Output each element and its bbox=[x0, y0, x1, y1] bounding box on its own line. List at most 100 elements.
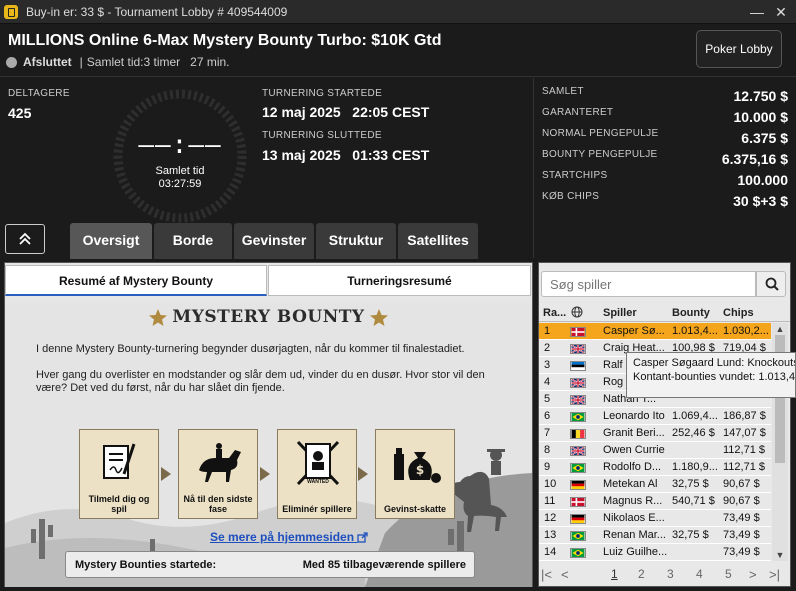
close-icon[interactable]: ✕ bbox=[772, 3, 790, 21]
subtab-tournament-summary[interactable]: Turneringsresumé bbox=[268, 265, 531, 296]
search-button[interactable] bbox=[756, 271, 786, 297]
player-row[interactable]: 9 Rodolfo D... 1.180,9... 112,71 $ bbox=[539, 459, 771, 476]
player-chips: 90,67 $ bbox=[723, 495, 760, 507]
mystery-description-2: Hver gang du overlister en modstander og… bbox=[36, 369, 485, 394]
player-chips: 112,71 $ bbox=[723, 444, 766, 456]
summary-label: GARANTERET bbox=[542, 107, 614, 118]
player-row[interactable]: 14 Luiz Guilhe... 73,49 $ bbox=[539, 544, 771, 561]
window-title: Buy-in er: 33 $ - Tournament Lobby # 409… bbox=[26, 4, 288, 19]
page-3[interactable]: 3 bbox=[667, 567, 674, 581]
minimize-icon[interactable]: — bbox=[748, 3, 766, 21]
step-final-stage: Nå til den sidste fase bbox=[178, 429, 258, 519]
mystery-start-value: Med 85 tilbageværende spillere bbox=[302, 559, 466, 571]
col-rank-header[interactable]: Ra... bbox=[543, 307, 566, 319]
col-chips-header[interactable]: Chips bbox=[723, 307, 754, 319]
next-page-icon[interactable]: > bbox=[749, 567, 757, 582]
player-name: Luiz Guilhe... bbox=[603, 546, 667, 558]
mystery-bounty-logo-text: MYSTERY BOUNTY bbox=[172, 307, 365, 327]
summary-row-bounty-pool: BOUNTY PENGEPULJE 6.375,16 $ bbox=[542, 147, 788, 167]
window-titlebar: Buy-in er: 33 $ - Tournament Lobby # 409… bbox=[0, 0, 796, 24]
summary-label: SAMLET bbox=[542, 86, 584, 97]
scroll-down-icon[interactable]: ▼ bbox=[772, 550, 788, 560]
player-chips: 90,67 $ bbox=[723, 478, 760, 490]
player-bounty: 1.069,4... bbox=[672, 410, 718, 422]
player-row[interactable]: 12 Nikolaos E... 73,49 $ bbox=[539, 510, 771, 527]
tab-borde[interactable]: Borde bbox=[154, 223, 232, 259]
player-rank: 9 bbox=[544, 461, 551, 473]
tournament-title: MILLIONS Online 6-Max Mystery Bounty Tur… bbox=[8, 32, 442, 49]
player-rank: 13 bbox=[544, 529, 557, 541]
step-label: Nå til den sidste fase bbox=[183, 494, 253, 514]
col-bounty-header[interactable]: Bounty bbox=[672, 307, 710, 319]
tab-satellites[interactable]: Satellites bbox=[398, 223, 478, 259]
first-page-icon[interactable]: |< bbox=[541, 567, 552, 582]
col-player-header[interactable]: Spiller bbox=[603, 307, 637, 319]
status-dot-icon bbox=[6, 56, 17, 68]
player-chips: 186,87 $ bbox=[723, 410, 766, 422]
last-page-icon[interactable]: >| bbox=[769, 567, 780, 582]
player-name: Owen Currie bbox=[603, 444, 665, 456]
country-flag-icon bbox=[570, 446, 586, 456]
country-flag-icon bbox=[570, 344, 586, 354]
player-chips: 73,49 $ bbox=[723, 529, 760, 541]
summary-row-normal-pool: NORMAL PENGEPULJE 6.375 $ bbox=[542, 126, 788, 146]
external-link-icon bbox=[357, 532, 369, 543]
summary-label: STARTCHIPS bbox=[542, 170, 608, 181]
player-row[interactable]: 1 Casper Sø... 1.013,4... 1.030,2... bbox=[539, 323, 771, 340]
country-flag-icon bbox=[570, 327, 586, 337]
horse-rider-icon bbox=[199, 443, 241, 482]
website-link[interactable]: Se mere på hjemmesiden bbox=[210, 530, 369, 544]
country-flag-icon bbox=[570, 531, 586, 541]
summary-label: KØB CHIPS bbox=[542, 191, 600, 202]
start-label: TURNERING STARTEDE bbox=[262, 88, 383, 99]
prev-page-icon[interactable]: < bbox=[561, 567, 569, 582]
page-2[interactable]: 2 bbox=[638, 567, 645, 581]
tab-oversigt[interactable]: Oversigt bbox=[70, 223, 152, 259]
player-row[interactable]: 7 Granit Beri... 252,46 $ 147,07 $ bbox=[539, 425, 771, 442]
globe-icon[interactable] bbox=[571, 306, 583, 321]
page-4[interactable]: 4 bbox=[696, 567, 703, 581]
player-chips: 1.030,2... bbox=[723, 325, 769, 337]
player-rank: 6 bbox=[544, 410, 551, 422]
sheriff-star-icon bbox=[370, 308, 389, 326]
player-bounty: 252,46 $ bbox=[672, 427, 715, 439]
search-icon bbox=[765, 277, 779, 291]
player-row[interactable]: 13 Renan Mar... 32,75 $ 73,49 $ bbox=[539, 527, 771, 544]
summary-row-guaranteed: GARANTERET 10.000 $ bbox=[542, 105, 788, 125]
page-5[interactable]: 5 bbox=[725, 567, 732, 581]
svg-text:$: $ bbox=[416, 463, 424, 477]
summary-value: 100.000 bbox=[737, 172, 788, 188]
total-time-text: Samlet tid:3 timer 27 min. bbox=[86, 55, 230, 69]
player-row[interactable]: 8 Owen Currie 112,71 $ bbox=[539, 442, 771, 459]
tooltip-line-2: Kontant-bounties vundet: 1.013,4 bbox=[633, 371, 796, 383]
clock-digits: ––:–– bbox=[138, 130, 222, 160]
tab-gevinster[interactable]: Gevinster bbox=[234, 223, 314, 259]
player-name: Leonardo Ito bbox=[603, 410, 665, 422]
player-row[interactable]: 6 Leonardo Ito 1.069,4... 186,87 $ bbox=[539, 408, 771, 425]
player-name: Casper Sø... bbox=[603, 325, 665, 337]
summary-value: 30 $+3 $ bbox=[733, 193, 788, 209]
player-row[interactable]: 11 Magnus R... 540,71 $ 90,67 $ bbox=[539, 493, 771, 510]
summary-label: NORMAL PENGEPULJE bbox=[542, 128, 659, 139]
page-1[interactable]: 1 bbox=[611, 567, 618, 581]
player-rank: 8 bbox=[544, 444, 551, 456]
country-flag-icon bbox=[570, 548, 586, 558]
prize-summary-panel: SAMLET 12.750 $ GARANTERET 10.000 $ NORM… bbox=[533, 78, 796, 258]
subtab-mystery-summary[interactable]: Resumé af Mystery Bounty bbox=[5, 265, 267, 296]
poker-lobby-button[interactable]: Poker Lobby bbox=[696, 30, 782, 68]
player-search-input[interactable] bbox=[541, 271, 756, 297]
scroll-up-icon[interactable]: ▲ bbox=[772, 324, 788, 334]
player-name: Nikolaos E... bbox=[603, 512, 665, 524]
entrants-label: DELTAGERE bbox=[8, 88, 70, 99]
player-bounty: 540,71 $ bbox=[672, 495, 715, 507]
mystery-bounty-logo: MYSTERY BOUNTY bbox=[5, 307, 532, 328]
arrow-right-icon bbox=[260, 467, 270, 481]
collapse-button[interactable] bbox=[5, 224, 45, 254]
tab-struktur[interactable]: Struktur bbox=[316, 223, 396, 259]
summary-value: 10.000 $ bbox=[733, 109, 789, 125]
player-row[interactable]: 10 Metekan Al 32,75 $ 90,67 $ bbox=[539, 476, 771, 493]
status-separator: | bbox=[79, 55, 83, 69]
country-flag-icon bbox=[570, 378, 586, 388]
start-value: 12 maj 2025 22:05 CEST bbox=[262, 104, 430, 120]
summary-value: 6.375 $ bbox=[741, 130, 788, 146]
